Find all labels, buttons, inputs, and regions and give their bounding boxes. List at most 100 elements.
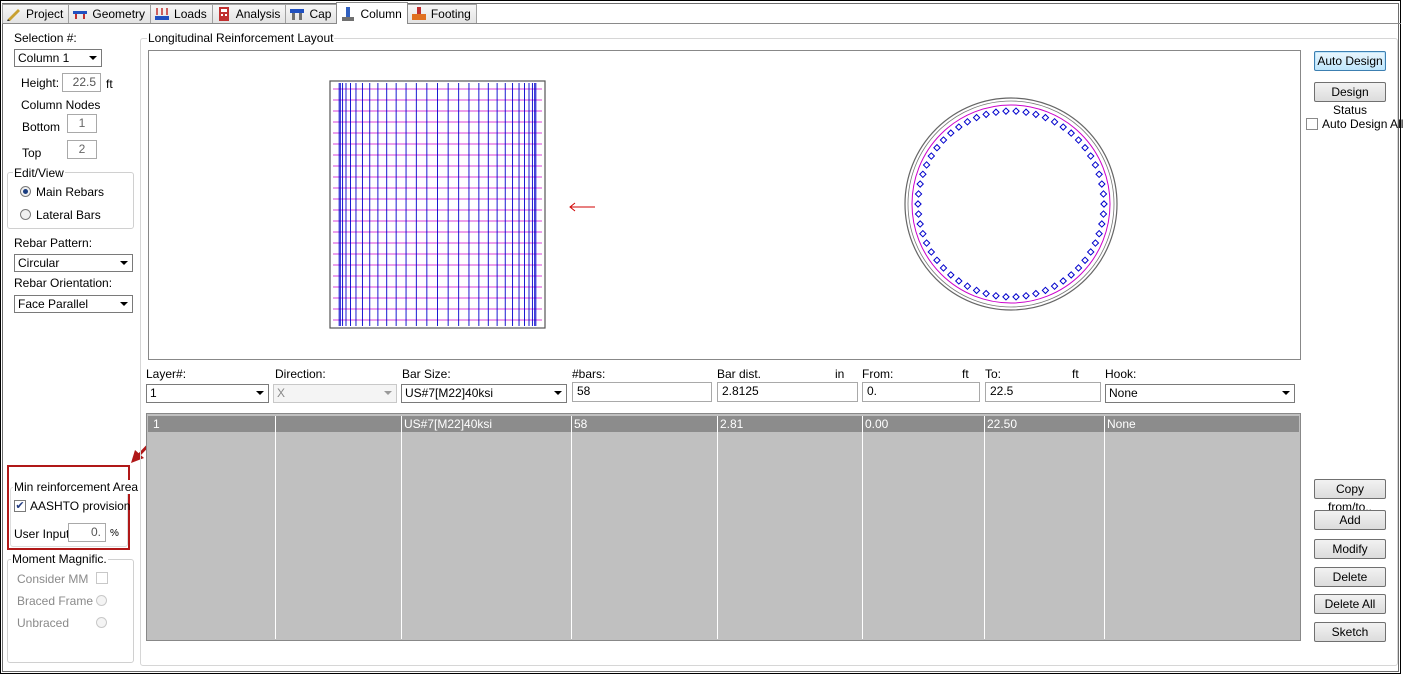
section-outline [904,97,1118,311]
rebar-marker [1032,110,1040,119]
rebar-marker [1074,264,1083,272]
lateral-bars-radio[interactable] [20,209,31,220]
rebar-marker [982,289,990,298]
rebar-marker [972,113,981,122]
direction-label: Direction: [275,367,326,381]
lateral-bars-label: Lateral Bars [36,208,101,222]
rebar-marker [982,110,990,119]
rebar-marker [939,136,948,144]
rebar-marker [939,264,948,272]
direction-combo[interactable]: X [273,384,397,403]
braced-frame-radio[interactable] [96,595,107,606]
unbraced-radio[interactable] [96,617,107,628]
rebar-marker [1012,107,1020,115]
rebar-marker [1099,190,1108,198]
rebar-marker [1022,291,1030,300]
hook-combo[interactable]: None [1105,384,1295,403]
add-button[interactable]: Add [1314,510,1386,530]
selection-label: Selection #: [14,31,77,45]
rebar-marker [1002,293,1010,301]
modify-button[interactable]: Modify [1314,539,1386,559]
bar-size-combo[interactable]: US#7[M22]40ksi [401,384,567,403]
rebar-marker [1041,113,1050,122]
aashto-checkbox[interactable]: ✔ [14,500,26,512]
rebar-marker [1091,161,1100,169]
auto-design-all-checkbox[interactable] [1306,118,1318,130]
to-input[interactable]: 22.5 [985,382,1101,402]
rebar-marker [1002,107,1010,115]
rebar-orientation-combo[interactable]: Face Parallel [14,295,133,313]
rebar-marker [916,180,924,188]
auto-design-all-label: Auto Design All [1322,117,1403,131]
rebar-marker [1074,136,1083,144]
cell-layer: 1 [153,417,160,431]
from-label: From: [862,367,894,381]
edit-view-title: Edit/View [13,166,65,180]
top-node-input[interactable]: 2 [67,140,97,159]
column-divider [1104,416,1105,639]
rebar-marker [963,282,972,290]
tab-project[interactable]: Project [2,4,70,23]
bar-dist-unit: in [835,367,845,381]
tab-analysis[interactable]: Analysis [211,4,287,23]
rebar-marker [1059,123,1068,131]
rebar-marker [1050,282,1059,290]
column-divider [401,416,402,639]
delete-all-button[interactable]: Delete All [1314,594,1386,614]
rebar-marker [1012,293,1020,301]
column-section [904,97,1118,311]
project-icon [7,9,20,21]
layer-combo[interactable]: 1 [146,384,269,403]
rebar-marker [1086,248,1095,256]
rebar-pattern-combo[interactable]: Circular [14,254,133,272]
hook-label: Hook: [1105,367,1137,381]
sketch-button[interactable]: Sketch [1314,622,1386,642]
bottom-node-input[interactable]: 1 [67,114,97,133]
from-input[interactable]: 0. [862,382,980,402]
braced-frame-label: Braced Frame [17,594,94,608]
rebar-marker [1081,256,1089,265]
rebar-marker [1095,170,1103,179]
cell-to: 22.50 [987,417,1018,431]
rebar-marker [1099,210,1108,218]
rebar-marker [946,271,955,279]
rebar-marker [1098,220,1106,228]
bar-dist-input[interactable]: 2.8125 [717,382,858,402]
user-input-label: User Input: [14,527,73,541]
user-input-field[interactable]: 0. [68,523,106,542]
rebar-marker [1067,129,1076,137]
min-reinf-title: Min reinforcement Area [13,480,140,494]
tab-label: Project [26,7,64,21]
tab-cap[interactable]: Cap [285,4,338,23]
bars-input[interactable]: 58 [572,382,712,402]
reinforcement-canvas[interactable] [148,50,1301,360]
chevron-down-icon [120,302,128,306]
cell-bar-dist: 2.81 [720,417,744,431]
rebar-orientation-label: Rebar Orientation: [14,276,113,290]
tab-label: Analysis [235,7,281,21]
tab-column[interactable]: Column [336,2,408,24]
footing-icon [411,7,426,20]
delete-button[interactable]: Delete [1314,567,1386,587]
copy-from-button[interactable]: Copy from/to.. [1314,479,1386,514]
auto-design-button[interactable]: Auto Design [1314,51,1386,71]
design-status-button[interactable]: Design Status [1314,82,1386,117]
selection-combo[interactable]: Column 1 [14,49,102,67]
rebar-marker [1081,143,1089,152]
column-elevation [329,80,546,329]
height-input[interactable]: 22.5 [62,73,101,92]
rebar-marker [922,239,931,247]
tab-label: Column [360,6,402,21]
rebar-marker [963,118,972,126]
layers-table[interactable]: 1 US#7[M22]40ksi 58 2.81 0.00 22.50 None [146,413,1301,641]
consider-mm-checkbox[interactable] [96,572,108,584]
tab-geometry[interactable]: Geometry [68,4,152,23]
rebar-marker [927,152,936,160]
rebar-marker [992,108,1000,117]
rebar-marker [1032,289,1040,298]
rebar-marker [1100,200,1108,208]
tab-loads[interactable]: Loads [150,4,213,23]
main-rebars-radio[interactable] [20,186,31,197]
tab-footing[interactable]: Footing [406,4,477,23]
bottom-label: Bottom [22,120,61,134]
